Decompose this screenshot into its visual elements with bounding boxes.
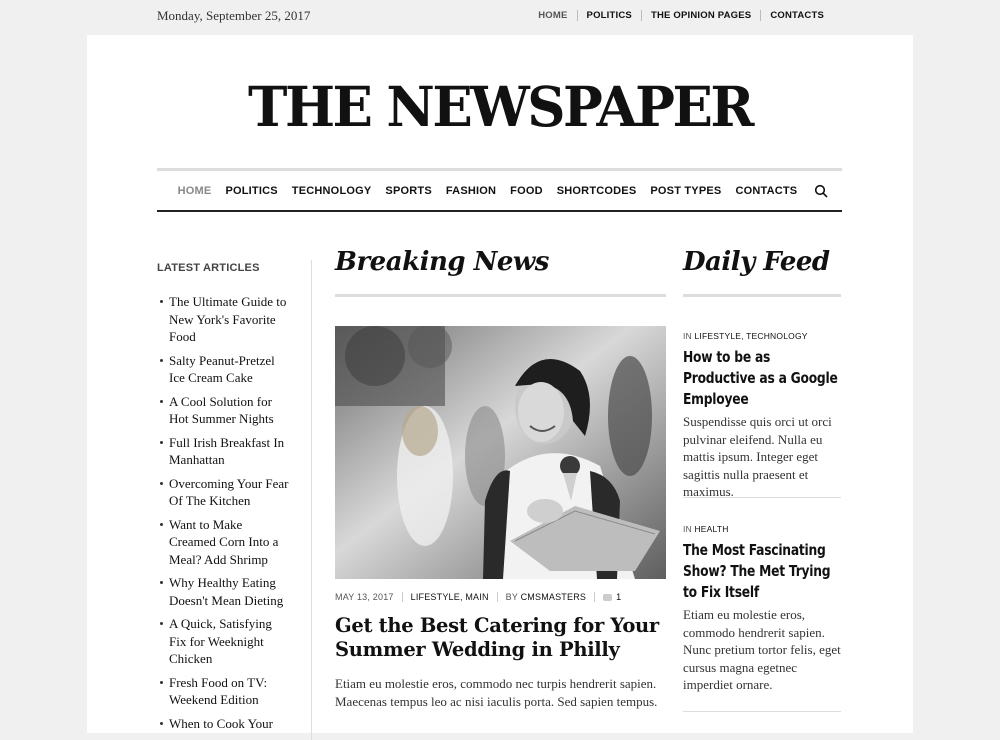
article-meta: MAY 13, 2017 LIFESTYLE, MAIN BY CMSMASTE… xyxy=(335,592,666,602)
section-rule xyxy=(683,294,841,297)
feed-excerpt: Suspendisse quis orci ut orci pulvinar e… xyxy=(683,414,832,499)
top-bar: Monday, September 25, 2017 HOME POLITICS… xyxy=(0,0,1000,34)
latest-article-link[interactable]: A Cool Solution for Hot Summer Nights xyxy=(157,393,292,428)
main-nav: HOME POLITICS TECHNOLOGY SPORTS FASHION … xyxy=(157,168,842,212)
author-prefix: BY xyxy=(505,592,521,602)
top-nav: HOME POLITICS THE OPINION PAGES CONTACTS xyxy=(529,10,833,21)
top-nav-politics[interactable]: POLITICS xyxy=(576,10,641,21)
comment-icon xyxy=(603,594,613,602)
nav-post-types[interactable]: POST TYPES xyxy=(650,185,721,197)
feed-separator xyxy=(683,497,841,498)
latest-article-link[interactable]: Want to Make Creamed Corn Into a Meal? A… xyxy=(157,516,292,569)
column-divider xyxy=(311,260,312,740)
category-link[interactable]: LIFESTYLE xyxy=(411,592,460,602)
current-date: Monday, September 25, 2017 xyxy=(157,8,311,23)
feed-category-link[interactable]: LIFESTYLE, TECHNOLOGY xyxy=(694,331,807,341)
article-date: MAY 13, 2017 xyxy=(335,592,394,602)
feed-title[interactable]: The Most Fascinating Show? The Met Tryin… xyxy=(683,540,841,603)
latest-article-link[interactable]: A Quick, Satisfying Fix for Weeknight Ch… xyxy=(157,615,292,668)
comment-count: 1 xyxy=(616,592,622,602)
nav-food[interactable]: FOOD xyxy=(510,185,543,197)
nav-politics[interactable]: POLITICS xyxy=(225,185,277,197)
latest-article-link[interactable]: Full Irish Breakfast In Manhattan xyxy=(157,434,292,469)
feed-in-label: IN xyxy=(683,331,695,341)
nav-sports[interactable]: SPORTS xyxy=(385,185,431,197)
top-nav-opinion[interactable]: THE OPINION PAGES xyxy=(640,10,760,21)
latest-article-link[interactable]: Why Healthy Eating Doesn't Mean Dieting xyxy=(157,574,292,609)
daily-feed-title: Daily Feed xyxy=(683,247,830,277)
page-card: THE NEWSPAPER HOME POLITICS TECHNOLOGY S… xyxy=(87,35,913,740)
nav-contacts[interactable]: CONTACTS xyxy=(735,185,797,197)
nav-technology[interactable]: TECHNOLOGY xyxy=(292,185,372,197)
nav-home[interactable]: HOME xyxy=(178,185,212,197)
author-link[interactable]: CMSMASTERS xyxy=(521,592,587,602)
feed-excerpt: Etiam eu molestie eros, commodo hendreri… xyxy=(683,607,841,692)
search-icon[interactable] xyxy=(814,184,828,198)
latest-article-link[interactable]: The Ultimate Guide to New York's Favorit… xyxy=(157,293,292,346)
latest-article-link[interactable]: Salty Peanut-Pretzel Ice Cream Cake xyxy=(157,352,292,387)
article-headline[interactable]: Get the Best Catering for Your Summer We… xyxy=(335,614,666,662)
nav-shortcodes[interactable]: SHORTCODES xyxy=(557,185,637,197)
top-nav-home[interactable]: HOME xyxy=(529,10,576,21)
feed-in-label: IN xyxy=(683,524,695,534)
latest-articles-list: The Ultimate Guide to New York's Favorit… xyxy=(157,293,292,738)
article-comments[interactable]: 1 xyxy=(594,592,629,602)
feed-title[interactable]: How to be as Productive as a Google Empl… xyxy=(683,347,841,410)
top-nav-contacts[interactable]: CONTACTS xyxy=(760,10,833,21)
feed-separator xyxy=(683,711,841,712)
latest-article-link[interactable]: Overcoming Your Fear Of The Kitchen xyxy=(157,475,292,510)
featured-image[interactable] xyxy=(335,326,666,579)
latest-article-link[interactable]: Fresh Food on TV: Weekend Edition xyxy=(157,674,292,709)
latest-articles-heading: LATEST ARTICLES xyxy=(157,262,260,274)
breaking-news-title: Breaking News xyxy=(335,247,549,277)
feed-category-link[interactable]: HEALTH xyxy=(694,524,728,534)
section-rule xyxy=(335,294,666,297)
article-excerpt: Etiam eu molestie eros, commodo nec turp… xyxy=(335,676,658,709)
article-categories: LIFESTYLE, MAIN xyxy=(401,592,497,602)
feed-item: IN HEALTH The Most Fascinating Show? The… xyxy=(683,524,841,694)
article-author: BY CMSMASTERS xyxy=(496,592,594,602)
nav-fashion[interactable]: FASHION xyxy=(446,185,496,197)
latest-article-link[interactable]: When to Cook Your xyxy=(157,715,292,733)
category-link[interactable]: MAIN xyxy=(465,592,488,602)
site-logo[interactable]: THE NEWSPAPER xyxy=(87,75,913,139)
feed-categories: IN HEALTH xyxy=(683,524,841,534)
feed-item: IN LIFESTYLE, TECHNOLOGY How to be as Pr… xyxy=(683,331,841,501)
feed-categories: IN LIFESTYLE, TECHNOLOGY xyxy=(683,331,841,341)
